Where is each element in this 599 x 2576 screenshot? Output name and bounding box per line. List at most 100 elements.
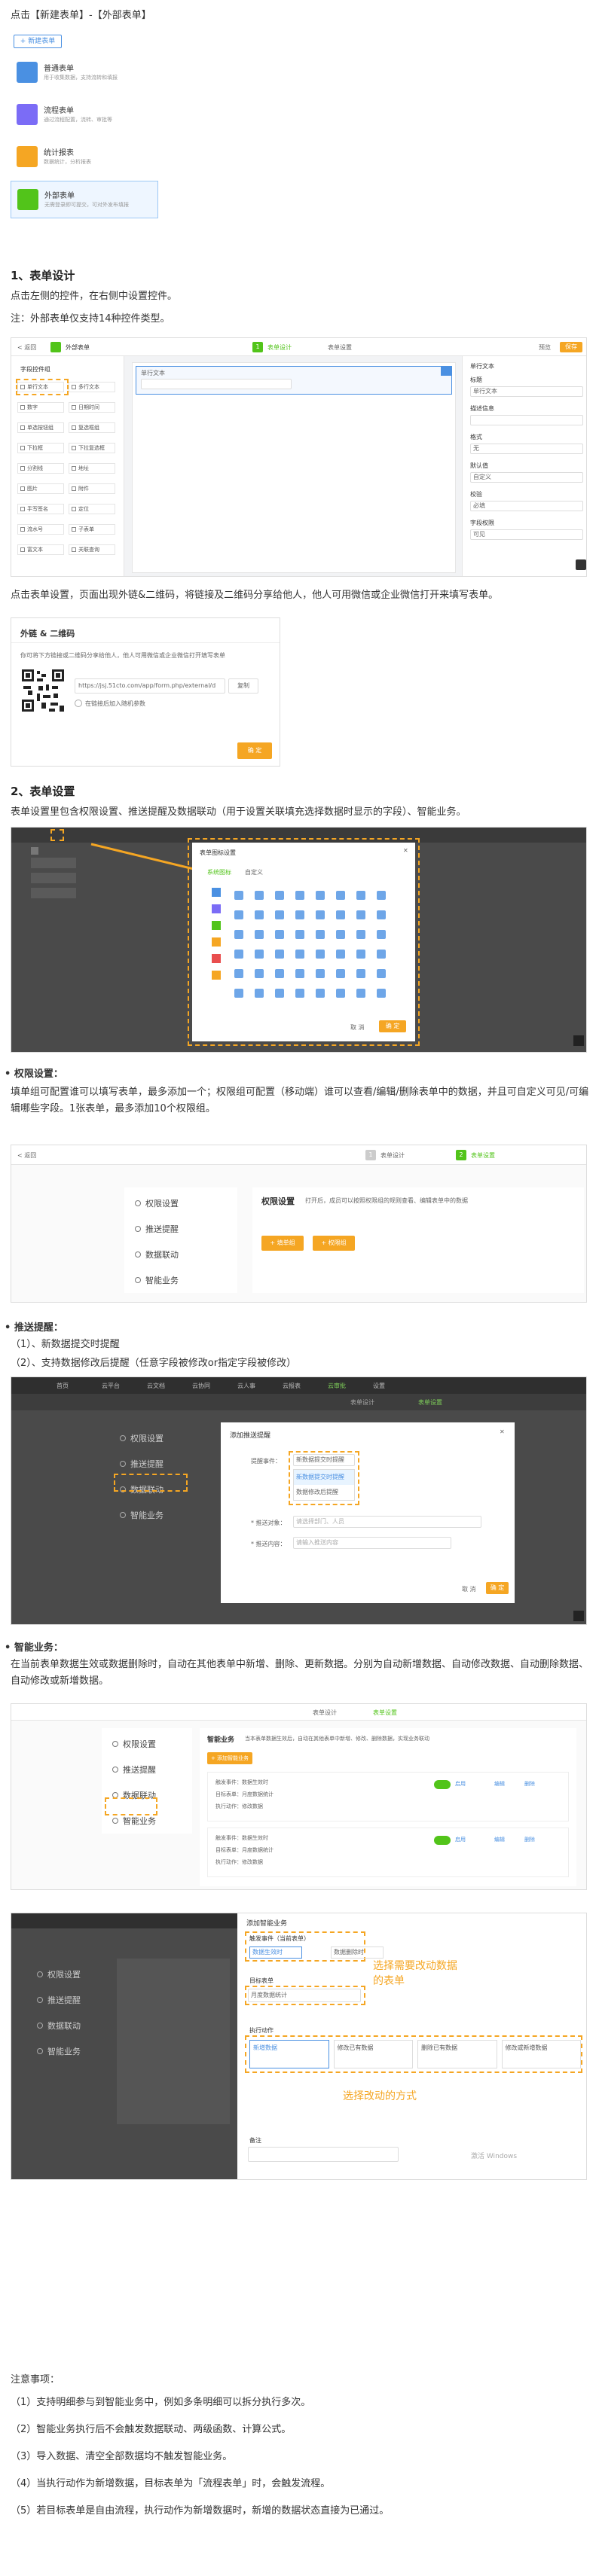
rule-enable[interactable]: 启用 bbox=[455, 1780, 466, 1788]
canvas-field[interactable]: 单行文本 bbox=[136, 366, 452, 395]
rule-delete[interactable]: 删除 bbox=[524, 1836, 535, 1843]
settings-menu-item[interactable]: 推送提醒 bbox=[120, 1453, 164, 1475]
rule-delete[interactable]: 删除 bbox=[524, 1780, 535, 1788]
settings-menu-item[interactable]: 智能业务 bbox=[37, 2040, 81, 2062]
form-icon-option[interactable] bbox=[356, 891, 365, 900]
prop-field[interactable]: 无 bbox=[470, 444, 583, 454]
color-swatch[interactable] bbox=[212, 904, 221, 913]
control-item[interactable]: 地址 bbox=[69, 463, 115, 474]
rule-edit[interactable]: 编辑 bbox=[494, 1780, 505, 1788]
trigger-option-deleted[interactable]: 数据删除时 bbox=[331, 1946, 384, 1959]
control-item[interactable]: 定位 bbox=[69, 504, 115, 514]
settings-menu-item[interactable]: 权限设置 bbox=[112, 1733, 156, 1755]
close-icon[interactable]: ✕ bbox=[500, 1428, 505, 1435]
form-icon-option[interactable] bbox=[377, 969, 386, 978]
form-icon-option[interactable] bbox=[356, 950, 365, 959]
color-swatch[interactable] bbox=[212, 921, 221, 930]
settings-menu-item[interactable]: 数据联动 bbox=[37, 2014, 81, 2037]
form-icon-option[interactable] bbox=[316, 891, 325, 900]
tab-settings[interactable]: 表单设置 bbox=[328, 343, 352, 352]
new-form-option[interactable]: 统计报表 数据统计，分析报表 bbox=[11, 139, 158, 176]
help-icon[interactable] bbox=[576, 559, 586, 570]
prop-field[interactable]: 自定义 bbox=[470, 472, 583, 483]
settings-menu-item[interactable]: 推送提醒 bbox=[37, 1989, 81, 2011]
close-icon[interactable]: ✕ bbox=[403, 847, 408, 854]
form-icon-option[interactable] bbox=[275, 950, 284, 959]
icon-cancel-button[interactable]: 取 消 bbox=[350, 1023, 365, 1032]
form-icon-option[interactable] bbox=[336, 969, 345, 978]
control-item[interactable]: 单选按钮组 bbox=[17, 422, 64, 433]
form-icon-option[interactable] bbox=[377, 930, 386, 939]
rule-toggle[interactable] bbox=[434, 1780, 451, 1789]
form-icon-option[interactable] bbox=[275, 989, 284, 998]
form-icon-option[interactable] bbox=[336, 930, 345, 939]
settings-menu-item[interactable]: 智能业务 bbox=[135, 1269, 179, 1291]
top-nav-tab[interactable]: 云报表 bbox=[283, 1382, 301, 1390]
settings-menu-item[interactable]: 推送提醒 bbox=[135, 1218, 179, 1240]
prop-field[interactable]: 可见 bbox=[470, 529, 583, 540]
form-icon-option[interactable] bbox=[316, 969, 325, 978]
color-swatch[interactable] bbox=[212, 954, 221, 963]
control-item[interactable]: 关联查询 bbox=[69, 544, 115, 555]
form-icon-option[interactable] bbox=[316, 989, 325, 998]
color-swatch[interactable] bbox=[212, 937, 221, 947]
target-field[interactable]: 请选择部门、人员 bbox=[293, 1516, 481, 1528]
option-radio[interactable] bbox=[75, 700, 82, 707]
option-new-data[interactable]: 新数据提交时提醒 bbox=[294, 1470, 354, 1485]
form-icon-option[interactable] bbox=[316, 930, 325, 939]
form-icon-option[interactable] bbox=[234, 891, 243, 900]
form-icon-option[interactable] bbox=[336, 910, 345, 919]
form-icon-option[interactable] bbox=[234, 969, 243, 978]
form-icon-option[interactable] bbox=[255, 969, 264, 978]
form-icon-option[interactable] bbox=[295, 969, 304, 978]
top-nav-tab[interactable]: 云文档 bbox=[147, 1382, 165, 1390]
control-item[interactable]: 富文本 bbox=[17, 544, 64, 555]
tab-settings[interactable]: 表单设置 bbox=[471, 1151, 495, 1160]
save-button[interactable]: 保存 bbox=[560, 342, 582, 352]
tab-design[interactable]: 表单设计 bbox=[313, 1709, 337, 1717]
settings-menu-item[interactable]: 推送提醒 bbox=[112, 1758, 156, 1781]
new-form-option[interactable]: 普通表单 用于收集数据，支持流转和填报 bbox=[11, 54, 158, 92]
tab-design[interactable]: 表单设计 bbox=[267, 343, 292, 352]
share-ok-button[interactable]: 确 定 bbox=[237, 742, 272, 759]
note-field[interactable] bbox=[248, 2147, 399, 2162]
settings-menu-item[interactable]: 权限设置 bbox=[37, 1963, 81, 1986]
control-item[interactable]: 手写签名 bbox=[17, 504, 64, 514]
form-icon-option[interactable] bbox=[295, 910, 304, 919]
help-icon[interactable] bbox=[573, 1611, 584, 1621]
option-modified-data[interactable]: 数据修改后提醒 bbox=[294, 1485, 354, 1500]
prop-field[interactable]: 必填 bbox=[470, 501, 583, 511]
push-cancel-button[interactable]: 取 消 bbox=[462, 1585, 476, 1593]
color-swatch[interactable] bbox=[212, 888, 221, 897]
form-icon-option[interactable] bbox=[255, 989, 264, 998]
preview-button[interactable]: 预览 bbox=[539, 343, 551, 352]
form-icon-option[interactable] bbox=[295, 989, 304, 998]
help-icon[interactable] bbox=[573, 1035, 584, 1046]
new-form-option[interactable]: 外部表单 无需登录即可提交，可对外发布填报 bbox=[11, 181, 158, 218]
form-icon-option[interactable] bbox=[275, 930, 284, 939]
form-icon-option[interactable] bbox=[356, 910, 365, 919]
control-item[interactable]: 流水号 bbox=[17, 524, 64, 535]
form-icon-option[interactable] bbox=[234, 989, 243, 998]
action-option[interactable]: 新增数据 bbox=[249, 2040, 329, 2068]
new-form-button[interactable]: + 新建表单 bbox=[14, 35, 62, 48]
control-item[interactable]: 复选框组 bbox=[69, 422, 115, 433]
form-icon-option[interactable] bbox=[316, 950, 325, 959]
form-icon-option[interactable] bbox=[295, 891, 304, 900]
form-icon-option[interactable] bbox=[336, 891, 345, 900]
form-icon-option[interactable] bbox=[234, 910, 243, 919]
add-fill-group-button[interactable]: + 填单组 bbox=[261, 1236, 304, 1251]
target-select[interactable]: 月度数据统计 bbox=[248, 1989, 361, 2002]
copy-icon[interactable] bbox=[441, 367, 451, 376]
control-item[interactable]: 附件 bbox=[69, 483, 115, 494]
color-swatch[interactable] bbox=[212, 971, 221, 980]
rule-toggle[interactable] bbox=[434, 1836, 451, 1845]
top-nav-tab[interactable]: 云平台 bbox=[102, 1382, 120, 1390]
form-icon-option[interactable] bbox=[295, 950, 304, 959]
icon-ok-button[interactable]: 确 定 bbox=[379, 1020, 406, 1032]
top-nav-tab[interactable]: 设置 bbox=[373, 1382, 385, 1390]
form-icon-option[interactable] bbox=[255, 910, 264, 919]
tab-design[interactable]: 表单设计 bbox=[350, 1398, 374, 1407]
push-ok-button[interactable]: 确 定 bbox=[486, 1582, 509, 1594]
form-icon-option[interactable] bbox=[316, 910, 325, 919]
